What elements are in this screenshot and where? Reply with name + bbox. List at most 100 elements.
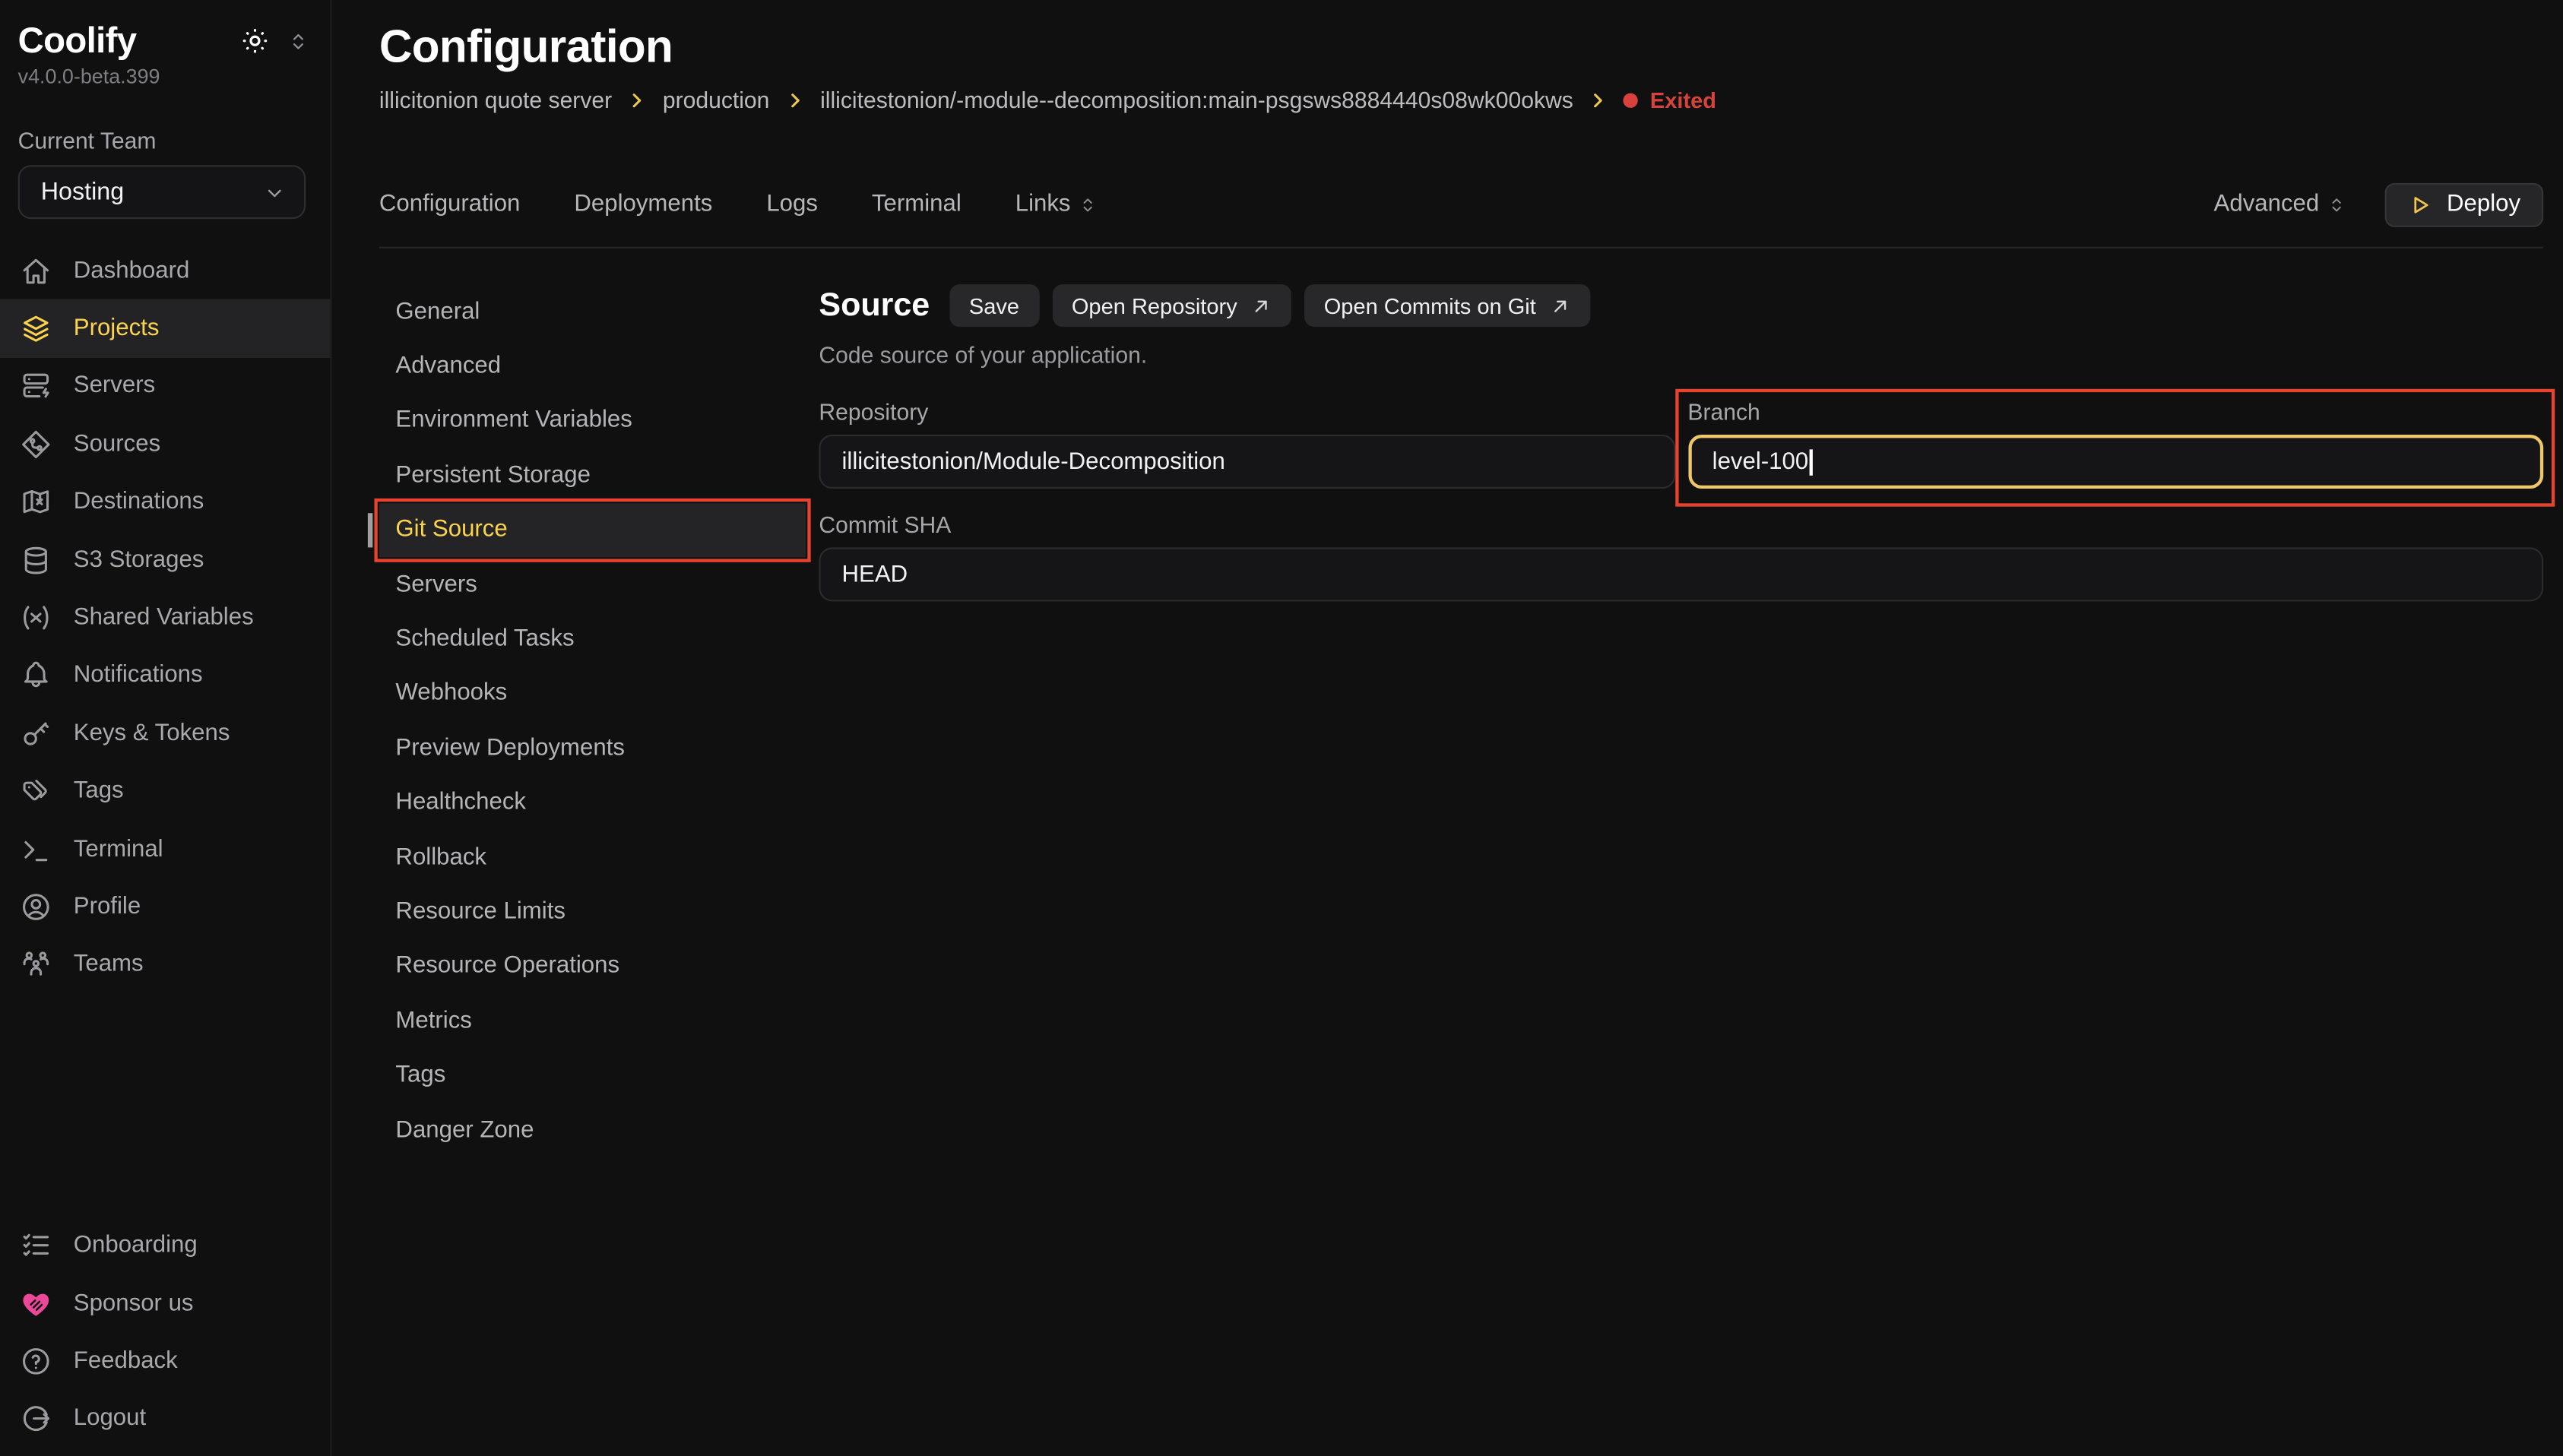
sidebar-item-label: Feedback [74, 1348, 178, 1374]
git-source-panel: Source Save Open Repository Open Commits… [806, 284, 2543, 1157]
sidebar-item-teams[interactable]: Teams [0, 936, 330, 994]
subnav-git-source[interactable]: Git Source [379, 502, 806, 557]
open-repository-button[interactable]: Open Repository [1052, 284, 1291, 327]
user-circle-icon [20, 891, 52, 923]
subnav-resource-limits[interactable]: Resource Limits [379, 885, 806, 939]
key-icon [20, 717, 52, 750]
subnav-danger-zone[interactable]: Danger Zone [379, 1103, 806, 1157]
subnav-metrics[interactable]: Metrics [379, 994, 806, 1049]
subnav-rollback[interactable]: Rollback [379, 830, 806, 885]
tab-terminal[interactable]: Terminal [872, 191, 962, 217]
variable-icon [20, 601, 52, 634]
open-commits-button[interactable]: Open Commits on Git [1304, 284, 1590, 327]
chevron-right-icon [627, 90, 648, 111]
server-icon [20, 370, 52, 403]
repository-label: Repository [819, 399, 1674, 425]
team-select[interactable]: Hosting [18, 165, 306, 219]
sidebar-item-sponsor-us[interactable]: Sponsor us [0, 1274, 330, 1332]
sidebar-item-shared-variables[interactable]: Shared Variables [0, 589, 330, 647]
chevron-right-icon [1588, 90, 1609, 111]
app-logo: Coolify [18, 20, 137, 62]
logo-row: Coolify [0, 0, 330, 62]
main-area: Configuration illicitonion quote server … [332, 0, 2563, 1456]
breadcrumb-environment[interactable]: production [663, 87, 770, 112]
chevrons-up-down-icon [1077, 194, 1098, 215]
section-title: Source [819, 286, 930, 324]
subnav-webhooks[interactable]: Webhooks [379, 666, 806, 721]
tabs-row: Configuration Deployments Logs Terminal … [379, 182, 2543, 227]
subnav-preview-deployments[interactable]: Preview Deployments [379, 721, 806, 776]
sidebar-item-label: Sources [74, 431, 160, 457]
repository-field: Repository [819, 399, 1674, 489]
save-button[interactable]: Save [949, 284, 1039, 327]
subnav-persistent-storage[interactable]: Persistent Storage [379, 448, 806, 503]
sidebar-item-logout[interactable]: Logout [0, 1390, 330, 1448]
database-icon [20, 543, 52, 576]
repository-input[interactable] [819, 435, 1674, 489]
tab-links[interactable]: Links [1015, 191, 1098, 217]
sidebar-item-notifications[interactable]: Notifications [0, 647, 330, 704]
breadcrumb: illicitonion quote server production ill… [379, 87, 2543, 112]
sidebar-item-label: Onboarding [74, 1233, 198, 1258]
subnav-general[interactable]: General [379, 284, 806, 339]
breadcrumb-application[interactable]: illicitestonion/-module--decomposition:m… [820, 87, 1573, 112]
breadcrumb-project[interactable]: illicitonion quote server [379, 87, 612, 112]
sidebar-item-projects[interactable]: Projects [0, 299, 330, 357]
tab-logs[interactable]: Logs [766, 191, 818, 217]
sidebar-item-terminal[interactable]: Terminal [0, 820, 330, 878]
sidebar-item-s3-storages[interactable]: S3 Storages [0, 531, 330, 589]
tab-deployments[interactable]: Deployments [574, 191, 712, 217]
tab-configuration[interactable]: Configuration [379, 191, 520, 217]
subnav-tags[interactable]: Tags [379, 1048, 806, 1103]
branch-label: Branch [1687, 399, 2543, 425]
theme-sun-icon[interactable] [240, 26, 270, 55]
subnav-resource-operations[interactable]: Resource Operations [379, 939, 806, 994]
branch-input-value: level-100 [1712, 448, 1809, 474]
branch-input[interactable]: level-100 [1687, 435, 2543, 489]
sidebar-item-tags[interactable]: Tags [0, 762, 330, 820]
sidebar-item-label: Destinations [74, 489, 204, 515]
sidebar-item-destinations[interactable]: Destinations [0, 473, 330, 531]
sidebar-item-label: Projects [74, 315, 160, 341]
text-caret [1810, 448, 1812, 474]
subnav-healthcheck[interactable]: Healthcheck [379, 775, 806, 830]
tags-icon [20, 775, 52, 808]
chevron-down-icon [261, 179, 287, 204]
bell-icon [20, 660, 52, 692]
help-circle-icon [20, 1345, 52, 1378]
app-version: v4.0.0-beta.399 [0, 62, 330, 88]
sidebar-item-servers[interactable]: Servers [0, 357, 330, 415]
sidebar-item-keys-tokens[interactable]: Keys & Tokens [0, 704, 330, 762]
current-team-label: Current Team [0, 88, 330, 154]
chevrons-up-down-icon [2326, 194, 2347, 215]
sidebar-footer-nav: Onboarding Sponsor us Feedback Logout [0, 1217, 330, 1456]
commit-sha-input[interactable] [819, 547, 2543, 601]
sidebar-item-sources[interactable]: Sources [0, 416, 330, 473]
coolify-app: Coolify v4.0.0-beta.399 Current Team Hos… [0, 0, 2563, 1456]
sidebar-item-label: Servers [74, 373, 155, 399]
logout-icon [20, 1403, 52, 1435]
section-description: Code source of your application. [819, 341, 2543, 367]
sidebar-item-feedback[interactable]: Feedback [0, 1332, 330, 1390]
heart-icon [20, 1287, 52, 1320]
sidebar-item-profile[interactable]: Profile [0, 878, 330, 935]
subnav-scheduled-tasks[interactable]: Scheduled Tasks [379, 612, 806, 666]
subnav-advanced[interactable]: Advanced [379, 339, 806, 394]
status-text: Exited [1650, 87, 1716, 112]
theme-selector-icon[interactable] [286, 29, 310, 53]
git-source-icon [20, 428, 52, 461]
subnav-servers[interactable]: Servers [379, 557, 806, 612]
sidebar-item-dashboard[interactable]: Dashboard [0, 242, 330, 299]
team-select-value: Hosting [41, 178, 124, 206]
active-indicator [368, 512, 372, 546]
subnav-environment-variables[interactable]: Environment Variables [379, 394, 806, 448]
sidebar-item-onboarding[interactable]: Onboarding [0, 1217, 330, 1274]
deploy-button[interactable]: Deploy [2384, 182, 2543, 226]
advanced-menu[interactable]: Advanced [2214, 191, 2347, 217]
sidebar-item-label: Teams [74, 951, 144, 977]
sidebar-item-label: Dashboard [74, 258, 190, 283]
sidebar-item-label: Shared Variables [74, 605, 254, 631]
sidebar-item-label: Keys & Tokens [74, 720, 230, 746]
checklist-icon [20, 1229, 52, 1261]
commit-sha-label: Commit SHA [819, 511, 2543, 537]
